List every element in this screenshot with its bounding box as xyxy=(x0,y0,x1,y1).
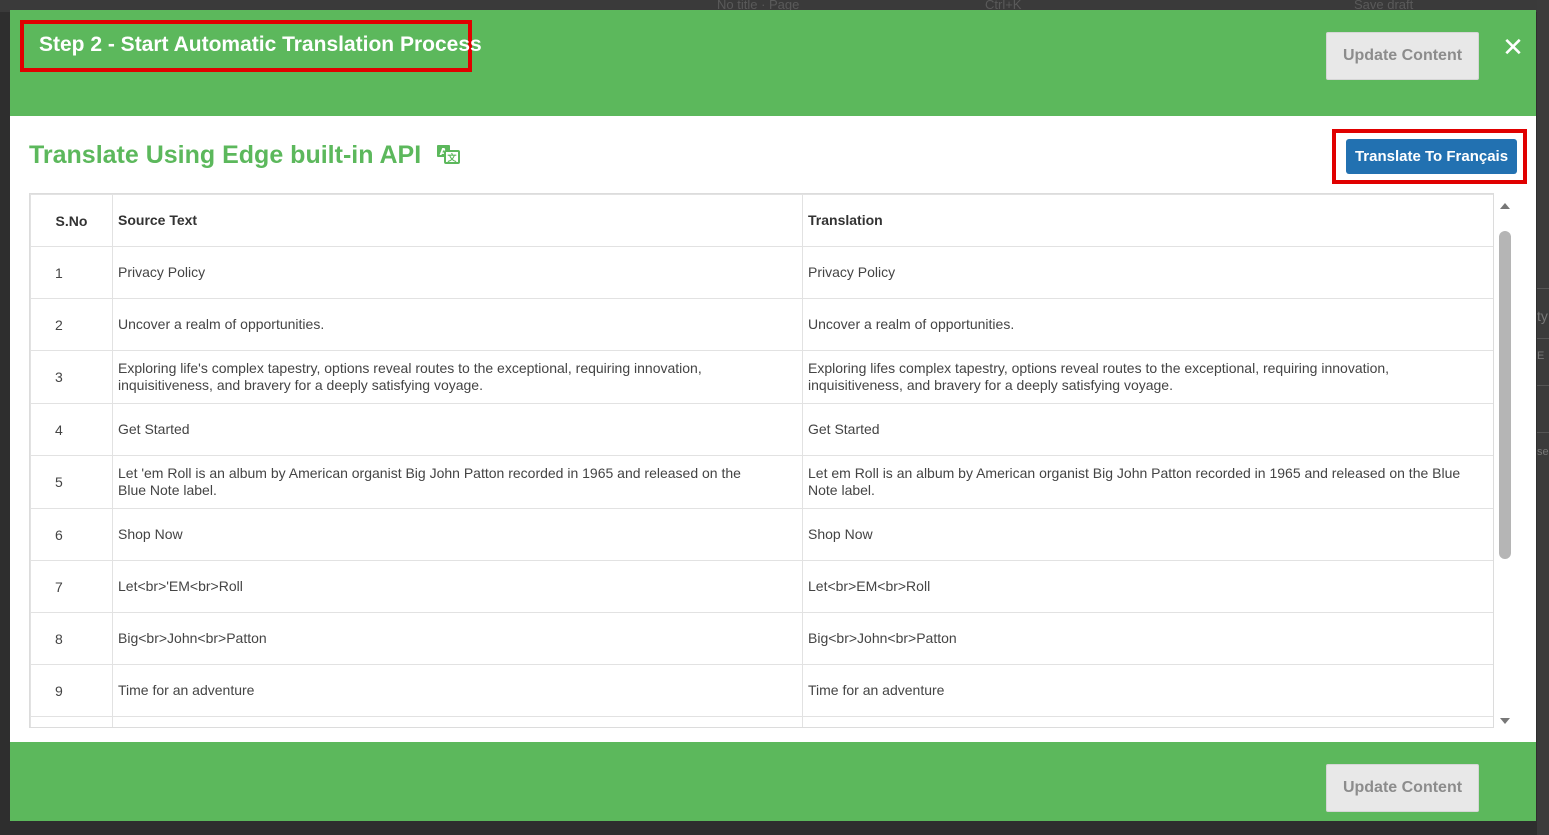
row-number xyxy=(30,716,113,727)
source-text: Time for an adventure xyxy=(112,664,803,717)
close-icon[interactable]: ✕ xyxy=(1502,34,1524,60)
translation-text: Time for an adventure xyxy=(802,664,1493,717)
source-text: Let 'em Roll is an album by American org… xyxy=(112,455,803,509)
translation-text: Shop Now xyxy=(802,508,1493,561)
table-row: 1 Privacy Policy Privacy Policy xyxy=(30,246,1493,299)
table-header-row: S.No Source Text Translation xyxy=(30,194,1493,247)
translation-text: Big<br>John<br>Patton xyxy=(802,612,1493,665)
translation-table-container[interactable]: S.No Source Text Translation 1 Privacy P… xyxy=(29,193,1494,728)
translate-to-francais-button[interactable]: Translate To Français xyxy=(1346,139,1517,174)
translate-button-highlight: Translate To Français xyxy=(1332,129,1527,184)
table-scrollbar[interactable] xyxy=(1497,193,1513,728)
step-title: Step 2 - Start Automatic Translation Pro… xyxy=(39,33,482,56)
table-row xyxy=(30,716,1493,727)
background-sidebar: ty E se xyxy=(1537,0,1549,835)
source-text: Big<br>John<br>Patton xyxy=(112,612,803,665)
source-text: Let<br>'EM<br>Roll xyxy=(112,560,803,613)
row-number: 1 xyxy=(30,246,113,299)
section-title: Translate Using Edge built-in API A 文 xyxy=(29,141,461,170)
svg-text:文: 文 xyxy=(447,152,458,164)
row-number: 6 xyxy=(30,508,113,561)
section-title-text: Translate Using Edge built-in API xyxy=(29,141,422,169)
row-number: 2 xyxy=(30,298,113,351)
table-row: 3 Exploring life's complex tapestry, opt… xyxy=(30,350,1493,404)
background-fragment: E xyxy=(1537,350,1545,362)
table-row: 9 Time for an adventure Time for an adve… xyxy=(30,664,1493,717)
column-header-translation: Translation xyxy=(802,194,1493,247)
row-number: 9 xyxy=(30,664,113,717)
translation-text xyxy=(802,716,1493,727)
translation-text: Let<br>EM<br>Roll xyxy=(802,560,1493,613)
step-title-highlight: Step 2 - Start Automatic Translation Pro… xyxy=(20,20,482,72)
background-fragment: ty xyxy=(1537,308,1548,324)
scroll-down-arrow-icon[interactable] xyxy=(1500,718,1510,724)
table-row: 8 Big<br>John<br>Patton Big<br>John<br>P… xyxy=(30,612,1493,665)
translation-text: Privacy Policy xyxy=(802,246,1493,299)
translation-table: S.No Source Text Translation 1 Privacy P… xyxy=(30,194,1493,727)
translation-text: Let em Roll is an album by American orga… xyxy=(802,455,1493,509)
update-content-button-footer[interactable]: Update Content xyxy=(1326,764,1479,812)
source-text: Get Started xyxy=(112,403,803,456)
modal-header: Step 2 - Start Automatic Translation Pro… xyxy=(10,10,1536,116)
table-row: 4 Get Started Get Started xyxy=(30,403,1493,456)
scroll-up-arrow-icon[interactable] xyxy=(1500,203,1510,209)
translation-modal: Step 2 - Start Automatic Translation Pro… xyxy=(10,10,1536,821)
translate-icon: A 文 xyxy=(437,145,461,165)
modal-footer: Update Content xyxy=(10,742,1536,821)
row-number: 4 xyxy=(30,403,113,456)
column-header-sno: S.No xyxy=(30,194,113,247)
translation-text: Get Started xyxy=(802,403,1493,456)
source-text: Shop Now xyxy=(112,508,803,561)
row-number: 5 xyxy=(30,455,113,509)
translation-text: Uncover a realm of opportunities. xyxy=(802,298,1493,351)
update-content-button[interactable]: Update Content xyxy=(1326,32,1479,80)
source-text: Exploring life's complex tapestry, optio… xyxy=(112,350,803,404)
source-text: Uncover a realm of opportunities. xyxy=(112,298,803,351)
column-header-source: Source Text xyxy=(112,194,803,247)
translation-text: Exploring lifes complex tapestry, option… xyxy=(802,350,1493,404)
source-text: Privacy Policy xyxy=(112,246,803,299)
table-row: 7 Let<br>'EM<br>Roll Let<br>EM<br>Roll xyxy=(30,560,1493,613)
row-number: 3 xyxy=(30,350,113,404)
background-fragment: se xyxy=(1537,446,1549,458)
table-row: 5 Let 'em Roll is an album by American o… xyxy=(30,455,1493,509)
scrollbar-thumb[interactable] xyxy=(1499,231,1511,559)
row-number: 7 xyxy=(30,560,113,613)
source-text xyxy=(112,716,803,727)
table-row: 6 Shop Now Shop Now xyxy=(30,508,1493,561)
row-number: 8 xyxy=(30,612,113,665)
table-row: 2 Uncover a realm of opportunities. Unco… xyxy=(30,298,1493,351)
